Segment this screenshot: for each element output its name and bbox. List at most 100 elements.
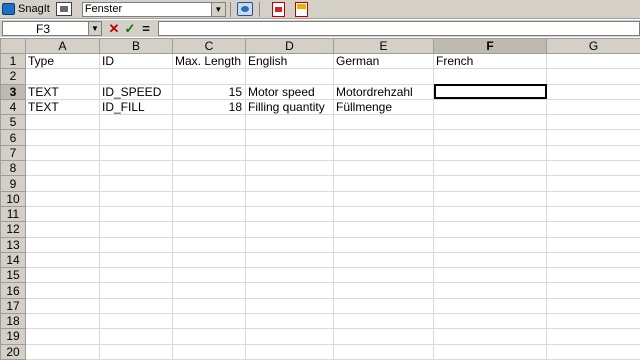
cell[interactable] <box>99 328 173 345</box>
cell[interactable] <box>245 297 334 315</box>
cell[interactable] <box>546 160 640 177</box>
cell[interactable] <box>245 267 334 284</box>
cell[interactable] <box>546 267 640 284</box>
cell[interactable] <box>433 282 547 299</box>
cell[interactable] <box>172 297 246 315</box>
cell[interactable] <box>433 267 547 284</box>
cell[interactable] <box>245 190 334 207</box>
cell-e4[interactable]: Füllmenge <box>333 98 434 116</box>
cell[interactable] <box>333 160 434 177</box>
row-header[interactable]: 15 <box>0 267 26 284</box>
cell[interactable] <box>546 251 640 269</box>
cell[interactable] <box>333 343 434 360</box>
cell-a1[interactable]: Type <box>25 52 100 70</box>
cell[interactable] <box>333 313 434 330</box>
cell-g1[interactable] <box>546 52 640 70</box>
cell[interactable] <box>99 129 173 146</box>
cell[interactable] <box>546 282 640 299</box>
cell-e3[interactable]: Motordrehzahl <box>333 83 434 100</box>
cell[interactable] <box>546 205 640 223</box>
cell-a3[interactable]: TEXT <box>25 83 100 100</box>
cell[interactable] <box>333 190 434 207</box>
row-header[interactable]: 20 <box>0 343 26 360</box>
cell[interactable] <box>99 68 173 85</box>
cell[interactable] <box>172 328 246 345</box>
row-header[interactable]: 4 <box>0 98 26 116</box>
cell[interactable] <box>245 328 334 345</box>
cell[interactable] <box>245 144 334 162</box>
row-header[interactable]: 12 <box>0 221 26 238</box>
cell[interactable] <box>245 129 334 146</box>
row-header[interactable]: 14 <box>0 251 26 269</box>
cell[interactable] <box>333 236 434 253</box>
cell[interactable] <box>172 114 246 131</box>
cell[interactable] <box>245 160 334 177</box>
cell[interactable] <box>546 144 640 162</box>
row-header[interactable]: 13 <box>0 236 26 253</box>
cell[interactable] <box>245 68 334 85</box>
cell-b3[interactable]: ID_SPEED <box>99 83 173 100</box>
window-select[interactable]: Fenster ▼ <box>81 1 226 17</box>
cell[interactable] <box>25 328 100 345</box>
cell-f1[interactable]: French <box>433 52 547 70</box>
cell[interactable] <box>433 297 547 315</box>
cell[interactable] <box>25 282 100 299</box>
cell[interactable] <box>25 144 100 162</box>
cell[interactable] <box>245 221 334 238</box>
row-header[interactable]: 19 <box>0 328 26 345</box>
cell[interactable] <box>172 267 246 284</box>
cancel-edit-button[interactable]: ✕ <box>106 21 122 36</box>
row-header[interactable]: 6 <box>0 129 26 146</box>
select-all-corner[interactable] <box>0 38 26 54</box>
chevron-down-icon[interactable]: ▼ <box>210 2 225 16</box>
cell[interactable] <box>433 328 547 345</box>
cell[interactable] <box>25 129 100 146</box>
cell[interactable] <box>99 251 173 269</box>
cell[interactable] <box>333 68 434 85</box>
cell[interactable] <box>25 236 100 253</box>
formula-input[interactable] <box>158 21 640 36</box>
cell[interactable] <box>99 190 173 207</box>
cell[interactable] <box>99 144 173 162</box>
column-header-d[interactable]: D <box>245 38 334 54</box>
cell[interactable] <box>433 313 547 330</box>
cell-d4[interactable]: Filling quantity <box>245 98 334 116</box>
cell[interactable] <box>25 267 100 284</box>
cell[interactable] <box>172 343 246 360</box>
cell[interactable] <box>25 190 100 207</box>
web-capture-button[interactable] <box>235 1 255 18</box>
cell[interactable] <box>25 114 100 131</box>
cell[interactable] <box>433 343 547 360</box>
cell[interactable] <box>245 205 334 223</box>
row-header[interactable]: 9 <box>0 175 26 192</box>
cell[interactable] <box>99 205 173 223</box>
cell[interactable] <box>245 343 334 360</box>
cell[interactable] <box>245 114 334 131</box>
cell-b1[interactable]: ID <box>99 52 173 70</box>
row-header[interactable]: 16 <box>0 282 26 299</box>
cell[interactable] <box>333 129 434 146</box>
cell[interactable] <box>99 282 173 299</box>
cell[interactable] <box>99 313 173 330</box>
cell[interactable] <box>25 251 100 269</box>
cell[interactable] <box>546 129 640 146</box>
cell[interactable] <box>333 114 434 131</box>
cell[interactable] <box>333 221 434 238</box>
cell[interactable] <box>172 175 246 192</box>
cell[interactable] <box>25 68 100 85</box>
cell[interactable] <box>433 144 547 162</box>
cell[interactable] <box>546 114 640 131</box>
column-header-f[interactable]: F <box>433 38 547 54</box>
cell[interactable] <box>25 221 100 238</box>
row-header[interactable]: 8 <box>0 160 26 177</box>
cell[interactable] <box>245 175 334 192</box>
cell[interactable] <box>333 267 434 284</box>
cell[interactable] <box>433 205 547 223</box>
row-header[interactable]: 18 <box>0 313 26 330</box>
cell[interactable] <box>172 160 246 177</box>
cell[interactable] <box>172 251 246 269</box>
cell[interactable] <box>546 297 640 315</box>
enter-edit-button[interactable]: ✓ <box>122 21 138 36</box>
cell[interactable] <box>245 236 334 253</box>
cell[interactable] <box>546 328 640 345</box>
